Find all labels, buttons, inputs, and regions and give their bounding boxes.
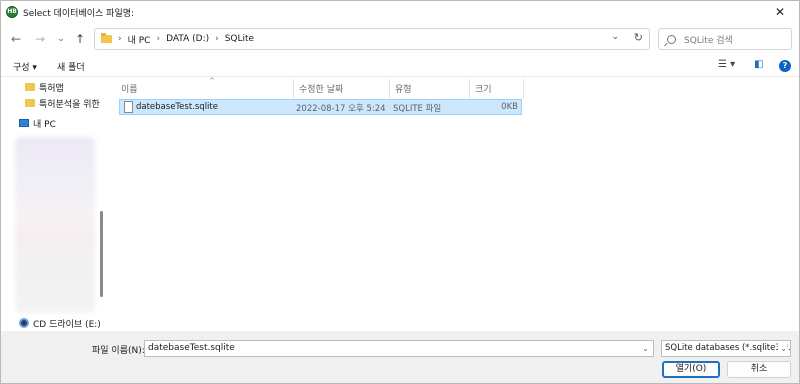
cancel-button[interactable]: 취소 (727, 361, 791, 378)
sidebar-scrollbar[interactable] (100, 211, 103, 297)
close-button[interactable]: ✕ (765, 2, 795, 22)
refresh-icon[interactable]: ↻ (634, 31, 643, 44)
computer-icon (19, 119, 29, 127)
help-icon[interactable]: ? (779, 60, 791, 72)
column-label: 수정한 날짜 (299, 85, 344, 95)
sidebar-item-label: 내 PC (33, 119, 56, 130)
arrow-up-icon: ↑ (74, 32, 86, 46)
organize-button[interactable]: 구성 ▾ (13, 60, 37, 73)
file-name: datebaseTest.sqlite (136, 102, 218, 112)
column-header-type[interactable]: 유형 (390, 79, 470, 98)
filename-label: 파일 이름(N): (92, 346, 145, 356)
new-folder-button[interactable]: 새 폴더 (57, 60, 85, 73)
cd-drive-icon (19, 318, 29, 328)
address-bar[interactable]: › 내 PC › DATA (D:) › SQLite ⌄ ↻ (94, 28, 650, 50)
breadcrumb-data-drive[interactable]: DATA (D:) (166, 34, 209, 44)
up-button[interactable]: ↑ (71, 30, 89, 48)
breadcrumb-separator: › (156, 34, 161, 44)
sidebar-item-cd-drive[interactable]: CD 드라이브 (E:) (19, 315, 101, 331)
breadcrumb-sqlite[interactable]: SQLite (225, 34, 254, 44)
command-bar: 구성 ▾ 새 폴더 ☰ ▾ ◧ ? (1, 55, 799, 77)
arrow-right-icon: → (34, 32, 46, 46)
file-type-select[interactable]: SQLite databases (*.sqlite3;*.sq ⌄ (661, 340, 791, 357)
filename-input[interactable]: datebaseTest.sqlite ⌄ (144, 340, 654, 357)
sidebar-item-label: 특허분석을 위한 (39, 99, 100, 110)
file-modified: 2022-08-17 오후 5:24 (296, 104, 386, 114)
file-open-dialog: HB Select 데이터베이스 파일명: ✕ ← → ⌄ ↑ › 내 PC ›… (0, 0, 800, 384)
column-header-modified[interactable]: 수정한 날짜 (294, 79, 390, 98)
chevron-down-icon: ⌄ (57, 34, 65, 44)
column-label: 크기 (475, 85, 492, 95)
sort-ascending-icon: ^ (209, 77, 215, 85)
folder-icon (101, 33, 112, 43)
back-button[interactable]: ← (7, 30, 25, 48)
breadcrumb-this-pc[interactable]: 내 PC (128, 33, 151, 46)
sidebar-item-folder[interactable]: 특허맵 (25, 79, 64, 95)
close-icon: ✕ (774, 5, 786, 19)
navigation-pane: 특허맵 특허분석을 위한 내 PC CD 드라이브 (E:) (1, 77, 105, 331)
breadcrumb-separator: › (118, 34, 122, 44)
column-header-size[interactable]: 크기 (470, 79, 524, 98)
sidebar-item-folder[interactable]: 특허분석을 위한 (25, 95, 100, 111)
column-label: 이름 (121, 85, 138, 95)
folder-icon (25, 83, 35, 91)
dialog-title: Select 데이터베이스 파일명: (23, 9, 135, 19)
file-type-value: SQLite databases (*.sqlite3;*.sq (665, 343, 791, 353)
file-size: 0KB (501, 102, 518, 112)
chevron-down-icon: ⌄ (778, 341, 787, 356)
file-type: SQLITE 파일 (393, 104, 442, 114)
recent-locations-button[interactable]: ⌄ (52, 30, 70, 48)
search-icon (667, 34, 676, 44)
sidebar-item-this-pc[interactable]: 내 PC (19, 115, 56, 131)
search-input[interactable]: SQLite 검색 (684, 33, 733, 46)
column-label: 유형 (395, 85, 412, 95)
view-options-button[interactable]: ☰ ▾ (718, 59, 735, 70)
search-box[interactable]: SQLite 검색 (658, 28, 792, 50)
breadcrumb-separator: › (215, 34, 219, 44)
title-bar: HB Select 데이터베이스 파일명: ✕ (1, 1, 799, 23)
file-row[interactable]: datebaseTest.sqlite 2022-08-17 오후 5:24 S… (119, 99, 522, 115)
address-history-dropdown[interactable]: ⌄ (611, 32, 619, 42)
chevron-down-icon[interactable]: ⌄ (642, 341, 649, 356)
navigation-bar: ← → ⌄ ↑ › 내 PC › DATA (D:) › SQLite ⌄ ↻ … (1, 23, 799, 55)
column-header-name[interactable]: 이름 ^ (116, 77, 294, 98)
folder-icon (25, 99, 35, 107)
preview-pane-button[interactable]: ◧ (754, 59, 763, 70)
blurred-region (15, 137, 95, 313)
filename-value: datebaseTest.sqlite (148, 343, 235, 353)
app-icon: HB (6, 6, 18, 18)
arrow-left-icon: ← (10, 32, 22, 46)
sidebar-item-label: CD 드라이브 (E:) (33, 319, 101, 330)
open-button[interactable]: 열기(O) (662, 361, 720, 378)
file-list: 이름 ^ 수정한 날짜 유형 크기 datebaseTest.sqlite 20… (108, 77, 799, 331)
file-icon (124, 101, 133, 113)
forward-button[interactable]: → (31, 30, 49, 48)
dialog-footer: 파일 이름(N): datebaseTest.sqlite ⌄ SQLite d… (1, 331, 799, 383)
sidebar-item-label: 특허맵 (39, 83, 64, 94)
